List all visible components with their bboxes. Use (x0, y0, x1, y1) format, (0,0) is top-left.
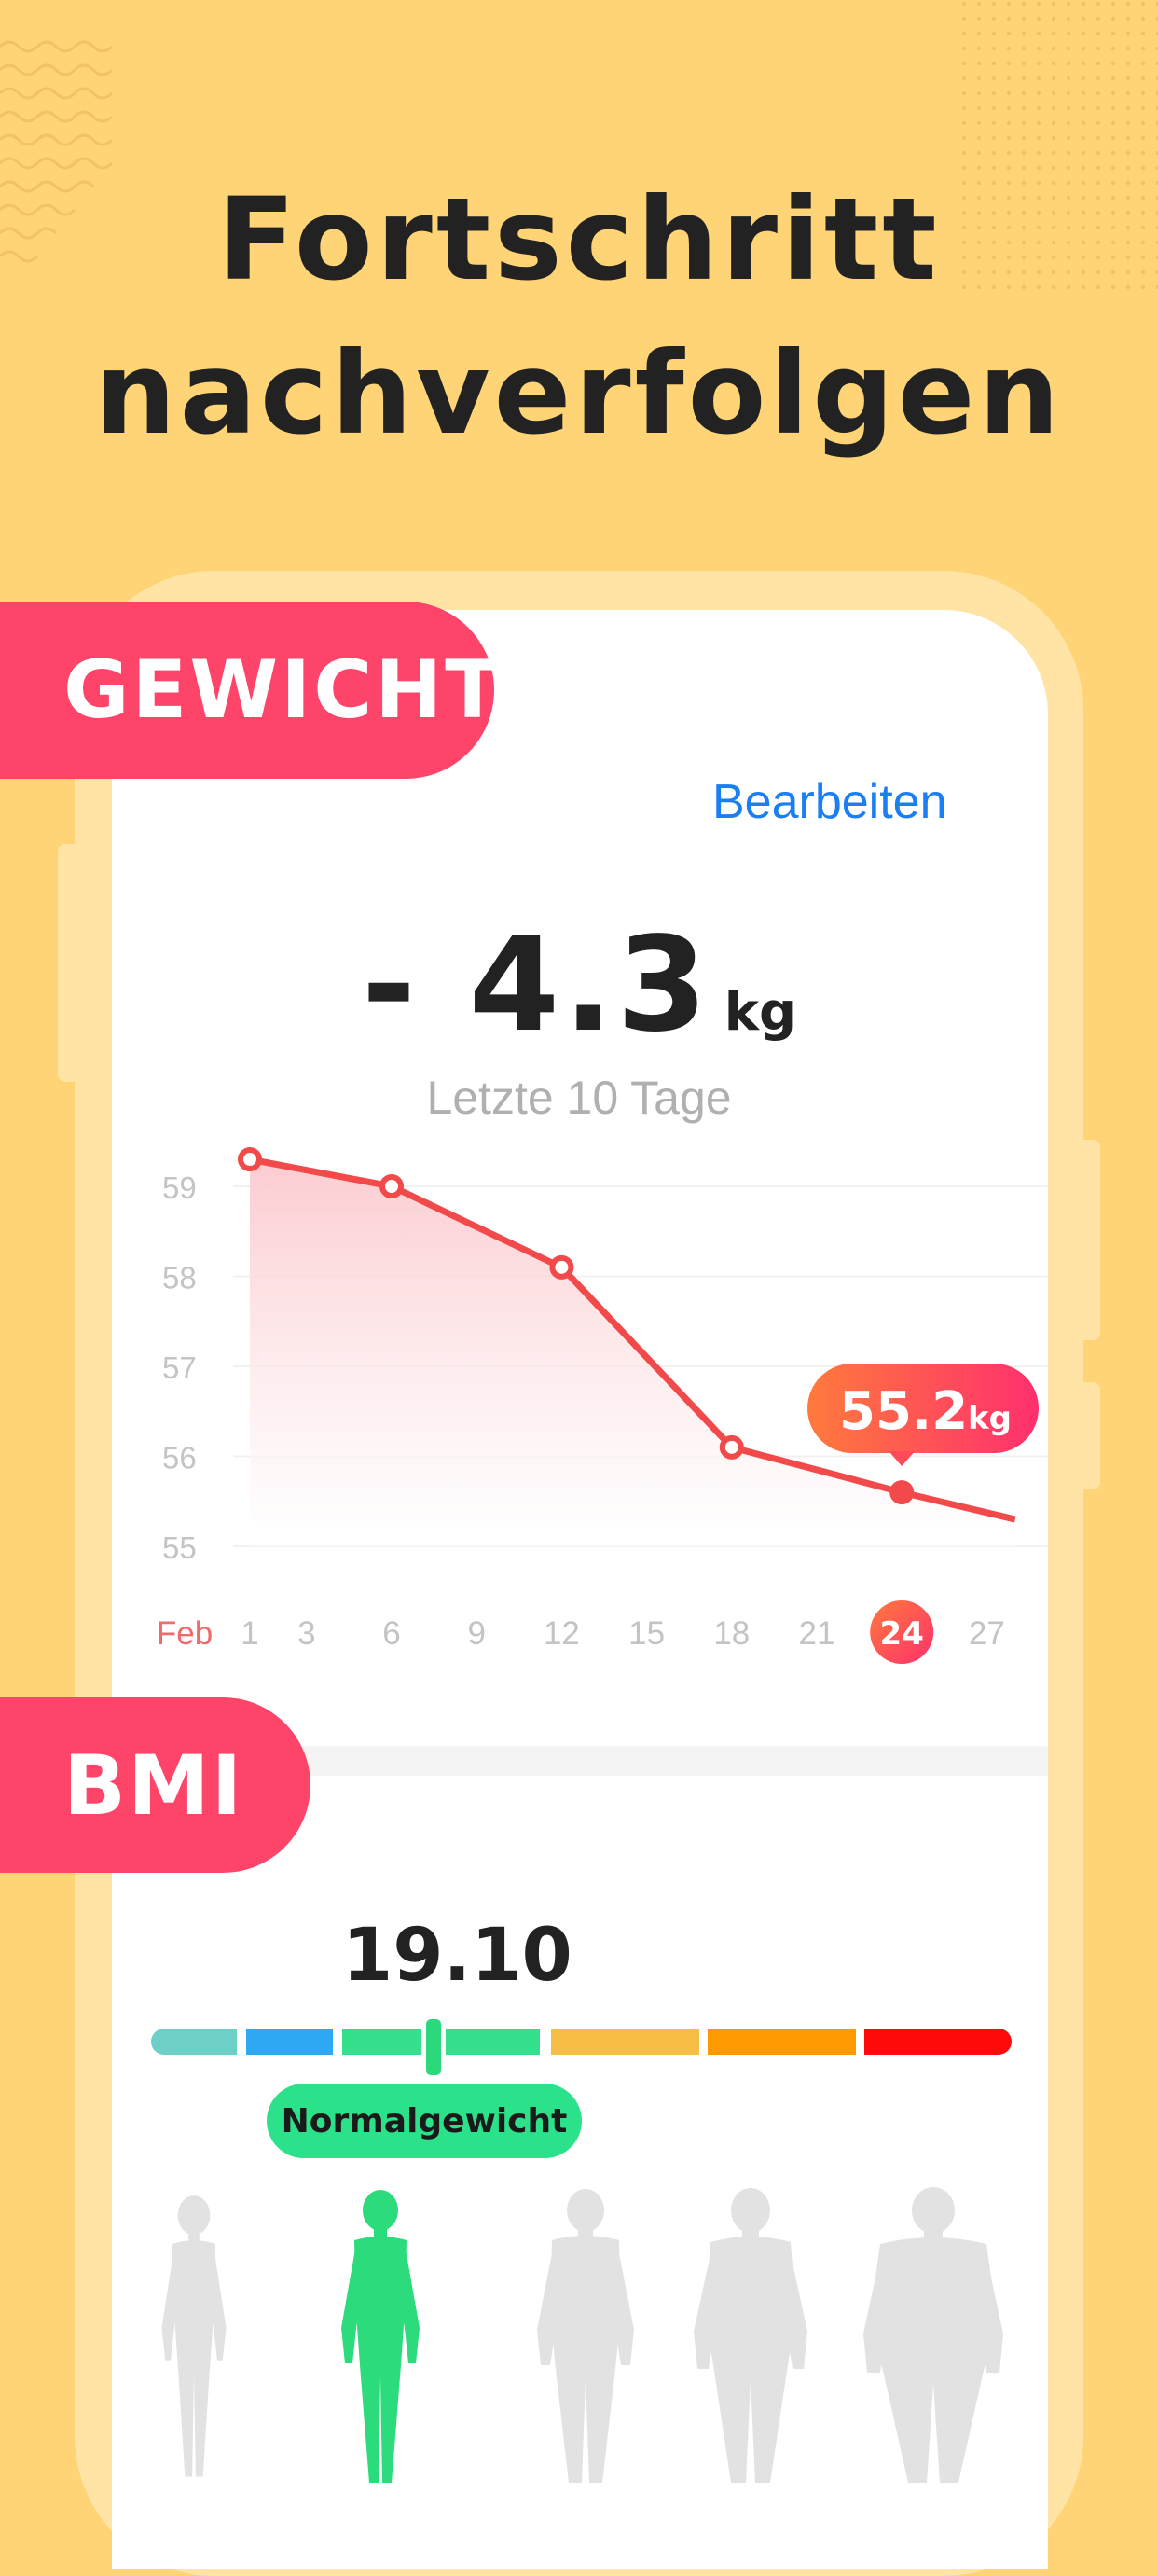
value-callout-number: 55.2 (839, 1381, 968, 1442)
y-tick-label: 55 (162, 1530, 197, 1565)
data-point (719, 1434, 744, 1460)
underweight-figure-icon (161, 2195, 227, 2477)
bmi-value: 19.10 (342, 1914, 572, 1998)
x-tick-label-selected: 24 (880, 1615, 924, 1653)
obese-figure-icon (694, 2188, 807, 2483)
x-tick-label: 21 (799, 1615, 835, 1652)
bmi-scale-segment-1 (151, 2029, 237, 2055)
x-tick-label: 3 (297, 1615, 315, 1652)
bmi-scale-segment-3 (342, 2029, 428, 2055)
x-tick-label: 12 (544, 1615, 580, 1652)
data-point (238, 1147, 262, 1172)
data-point (549, 1254, 574, 1280)
x-tick-label: 9 (467, 1615, 485, 1652)
bmi-section-title: BMI (0, 1697, 310, 1873)
x-month-label: Feb (157, 1615, 213, 1652)
y-tick-label: 59 (162, 1170, 197, 1205)
bmi-scale-segment-6 (708, 2029, 856, 2055)
x-tick-label: 18 (713, 1615, 750, 1652)
data-point (379, 1174, 404, 1198)
x-tick-label: 15 (628, 1615, 665, 1652)
bmi-scale-segment-5 (551, 2029, 699, 2055)
x-tick-label: 27 (969, 1615, 1005, 1652)
x-tick-label: 6 (382, 1615, 400, 1652)
value-callout-unit: kg (968, 1400, 1012, 1437)
value-callout-pointer (889, 1451, 916, 1466)
bmi-scale-segment-2 (246, 2029, 333, 2055)
bmi-indicator (421, 2015, 446, 2080)
x-tick-label: 1 (241, 1615, 258, 1652)
bmi-category-badge: Normalgewicht (267, 2084, 582, 2158)
overweight-figure-icon (537, 2189, 634, 2483)
data-point-selected (889, 1480, 915, 1505)
bmi-title-label: BMI (63, 1737, 244, 1834)
y-tick-label: 56 (162, 1441, 197, 1475)
y-tick-label: 58 (162, 1261, 197, 1295)
extremely-obese-figure-icon (863, 2187, 1003, 2483)
y-tick-label: 57 (162, 1350, 197, 1385)
normal-figure-icon (341, 2190, 420, 2483)
bmi-scale-segment-7 (864, 2029, 1012, 2055)
bmi-scale-segment-4 (437, 2029, 540, 2055)
